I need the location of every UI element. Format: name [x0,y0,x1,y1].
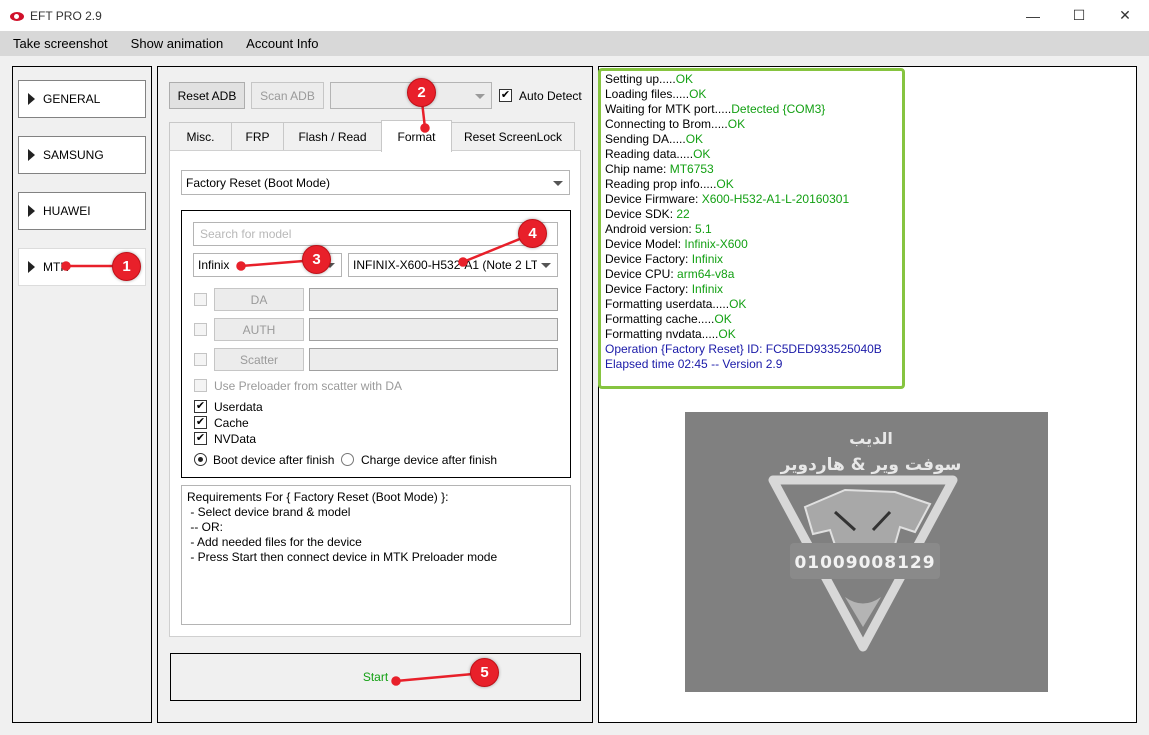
wolf-triangle-emblem: الديب سوفت وير & هاردوير 01009008129 [768,429,962,652]
boot-after-finish-label: Boot device after finish [213,453,335,467]
operation-select[interactable]: Factory Reset (Boot Mode) [181,170,570,195]
expand-arrow-icon [28,93,35,105]
sidebar-item-label: HUAWEI [43,204,91,218]
sidebar-item-label: GENERAL [43,92,101,106]
step-marker-4: 4 [518,219,547,248]
requirements-line: -- OR: [187,520,223,534]
requirements-line: Requirements For { Factory Reset (Boot M… [187,490,449,504]
tab-format[interactable]: Format [381,120,452,152]
sidebar-item-general[interactable]: GENERAL [18,80,146,118]
start-button[interactable]: Start [170,653,581,701]
scatter-button[interactable]: Scatter [214,348,304,371]
sidebar-item-label: MTK [43,260,69,274]
chevron-down-icon [553,180,563,186]
sidebar-item-samsung[interactable]: SAMSUNG [18,136,146,174]
step-marker-3: 3 [302,245,331,274]
watermark-logo: الديب سوفت وير & هاردوير 01009008129 [685,412,1048,692]
brand-sidebar: GENERAL SAMSUNG HUAWEI MTK [12,66,152,723]
da-button[interactable]: DA [214,288,304,311]
nvdata-label: NVData [214,432,257,446]
requirements-line: - Add needed files for the device [187,535,362,549]
boot-after-finish-radio[interactable] [194,453,207,466]
userdata-checkbox[interactable]: ✔ [194,400,207,413]
app-logo-icon [9,10,25,22]
step-marker-5: 5 [470,658,499,687]
auth-checkbox[interactable] [194,323,207,336]
chevron-down-icon [541,263,551,268]
model-value: INFINIX-X600-H532-A1 (Note 2 LTE [353,258,547,272]
watermark-line2: سوفت وير & هاردوير [780,455,962,475]
expand-arrow-icon [28,261,35,273]
tab-misc[interactable]: Misc. [169,122,232,151]
close-icon[interactable]: ✕ [1102,0,1148,31]
maximize-icon[interactable]: ☐ [1056,0,1102,31]
step-marker-1: 1 [112,252,141,281]
scatter-checkbox[interactable] [194,353,207,366]
minimize-icon[interactable]: — [1010,0,1056,31]
userdata-label: Userdata [214,400,263,414]
expand-arrow-icon [28,205,35,217]
sidebar-item-huawei[interactable]: HUAWEI [18,192,146,230]
watermark-phone: 01009008129 [794,553,935,573]
title-bar: EFT PRO 2.9 — ☐ ✕ [0,0,1149,31]
log-highlight-frame [598,68,905,389]
model-search-input[interactable]: Search for model [193,222,558,246]
scatter-file-path[interactable] [309,348,558,371]
auto-detect-label: Auto Detect [519,89,582,103]
model-select[interactable]: INFINIX-X600-H532-A1 (Note 2 LTE [348,253,558,277]
step-marker-2: 2 [407,78,436,107]
tab-flash-read[interactable]: Flash / Read [283,122,382,151]
use-preloader-checkbox[interactable] [194,379,207,392]
expand-arrow-icon [28,149,35,161]
charge-after-finish-radio[interactable] [341,453,354,466]
auto-detect-checkbox[interactable]: ✔ [499,89,512,102]
tab-frp[interactable]: FRP [231,122,284,151]
use-preloader-label: Use Preloader from scatter with DA [214,379,403,393]
menu-account-info[interactable]: Account Info [233,36,318,51]
da-file-path[interactable] [309,288,558,311]
charge-after-finish-label: Charge device after finish [361,453,498,467]
auth-button[interactable]: AUTH [214,318,304,341]
sidebar-item-label: SAMSUNG [43,148,104,162]
watermark-line1: الديب [849,429,893,448]
menu-take-screenshot[interactable]: Take screenshot [0,36,108,51]
auth-file-path[interactable] [309,318,558,341]
requirements-text: Requirements For { Factory Reset (Boot M… [181,485,571,625]
reset-adb-button[interactable]: Reset ADB [169,82,245,109]
brand-value: Infinix [198,258,230,272]
cache-checkbox[interactable]: ✔ [194,416,207,429]
operation-value: Factory Reset (Boot Mode) [186,175,331,190]
chevron-down-icon [475,93,485,99]
menu-bar: Take screenshot Show animation Account I… [0,31,1149,56]
menu-show-animation[interactable]: Show animation [118,36,224,51]
tab-reset-screenlock[interactable]: Reset ScreenLock [451,122,575,151]
requirements-line: - Press Start then connect device in MTK… [187,550,498,564]
nvdata-checkbox[interactable]: ✔ [194,432,207,445]
window-title: EFT PRO 2.9 [30,8,102,23]
scan-adb-button[interactable]: Scan ADB [251,82,324,109]
da-checkbox[interactable] [194,293,207,306]
requirements-line: - Select device brand & model [187,505,351,519]
cache-label: Cache [214,416,249,430]
